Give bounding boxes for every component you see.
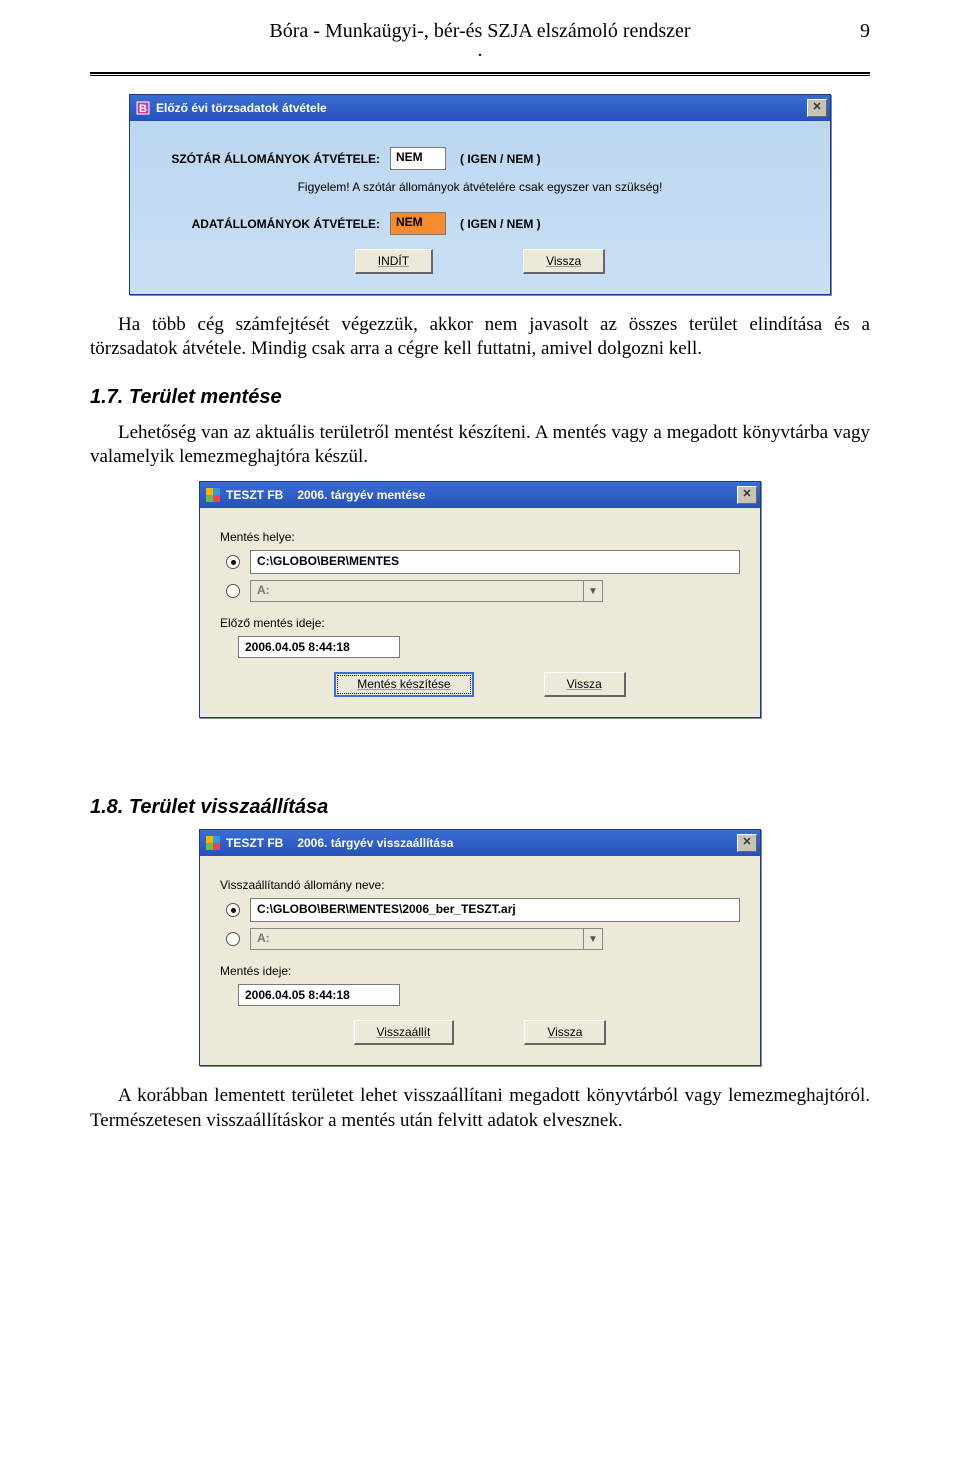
save-location-label: Mentés helye: [220, 530, 740, 544]
dialog-title: Előző évi törzsadatok átvétele [156, 101, 807, 115]
data-transfer-field[interactable]: NEM [390, 212, 446, 235]
start-button[interactable]: INDÍT [355, 249, 433, 274]
dialog-title-right: 2006. tárgyév mentése [297, 488, 737, 502]
section-1-8-title: 1.8. Terület visszaállítása [90, 796, 870, 819]
header-rule-thick [90, 72, 870, 74]
header-dot: . [90, 39, 870, 62]
app-icon [206, 836, 220, 850]
back-button[interactable]: Vissza [524, 1020, 606, 1045]
dict-transfer-label: SZÓTÁR ÁLLOMÁNYOK ÁTVÉTELE: [150, 152, 390, 166]
make-save-button[interactable]: Mentés készítése [334, 672, 473, 697]
svg-text:B: B [139, 103, 147, 115]
titlebar: B Előző évi törzsadatok átvétele ✕ [130, 95, 830, 121]
drive-dropdown-value: A: [250, 928, 583, 950]
dialog-title-right: 2006. tárgyév visszaállítása [297, 836, 737, 850]
close-icon[interactable]: ✕ [737, 486, 757, 504]
prev-save-label: Előző mentés ideje: [220, 616, 740, 630]
drive-dropdown[interactable]: A: ▼ [250, 580, 603, 602]
radio-path[interactable] [226, 555, 240, 569]
chevron-down-icon[interactable]: ▼ [583, 928, 603, 950]
titlebar: TESZT FB 2006. tárgyév visszaállítása ✕ [200, 830, 760, 856]
dict-transfer-hint: ( IGEN / NEM ) [460, 152, 541, 166]
data-transfer-label: ADATÁLLOMÁNYOK ÁTVÉTELE: [150, 217, 390, 231]
prev-save-value: 2006.04.05 8:44:18 [238, 636, 400, 658]
dialog-area-save: TESZT FB 2006. tárgyév mentése ✕ Mentés … [199, 481, 761, 718]
save-path-field[interactable]: C:\GLOBO\BER\MENTES [250, 550, 740, 574]
chevron-down-icon[interactable]: ▼ [583, 580, 603, 602]
close-icon[interactable]: ✕ [807, 99, 827, 117]
section-1-7-title: 1.7. Terület mentése [90, 386, 870, 409]
save-time-label: Mentés ideje: [220, 964, 740, 978]
close-icon[interactable]: ✕ [737, 834, 757, 852]
restore-path-field[interactable]: C:\GLOBO\BER\MENTES\2006_ber_TESZT.arj [250, 898, 740, 922]
data-transfer-hint: ( IGEN / NEM ) [460, 217, 541, 231]
page-header: Bóra - Munkaügyi-, bér-és SZJA elszámoló… [90, 20, 870, 70]
save-time-value: 2006.04.05 8:44:18 [238, 984, 400, 1006]
paragraph-1: Ha több cég számfejtését végezzük, akkor… [90, 313, 870, 362]
dict-warning-text: Figyelem! A szótár állományok átvételére… [150, 180, 810, 194]
drive-dropdown[interactable]: A: ▼ [250, 928, 603, 950]
drive-dropdown-value: A: [250, 580, 583, 602]
paragraph-last: A korábban lementett területet lehet vis… [90, 1084, 870, 1133]
page-number: 9 [860, 20, 870, 43]
radio-path[interactable] [226, 903, 240, 917]
app-icon: B [136, 101, 150, 115]
dialog-prev-year-transfer: B Előző évi törzsadatok átvétele ✕ SZÓTÁ… [129, 94, 831, 295]
dialog-area-restore: TESZT FB 2006. tárgyév visszaállítása ✕ … [199, 829, 761, 1066]
restore-button[interactable]: Visszaállít [354, 1020, 455, 1045]
back-button[interactable]: Vissza [523, 249, 605, 274]
section-1-7-text: Lehetőség van az aktuális területről men… [90, 421, 870, 470]
app-icon [206, 488, 220, 502]
dialog-title-left: TESZT FB [226, 488, 283, 502]
titlebar: TESZT FB 2006. tárgyév mentése ✕ [200, 482, 760, 508]
dict-transfer-field[interactable]: NEM [390, 147, 446, 170]
back-button[interactable]: Vissza [544, 672, 626, 697]
dialog-title-left: TESZT FB [226, 836, 283, 850]
radio-drive[interactable] [226, 584, 240, 598]
restore-file-label: Visszaállítandó állomány neve: [220, 878, 740, 892]
radio-drive[interactable] [226, 932, 240, 946]
header-rule-thin [90, 75, 870, 76]
